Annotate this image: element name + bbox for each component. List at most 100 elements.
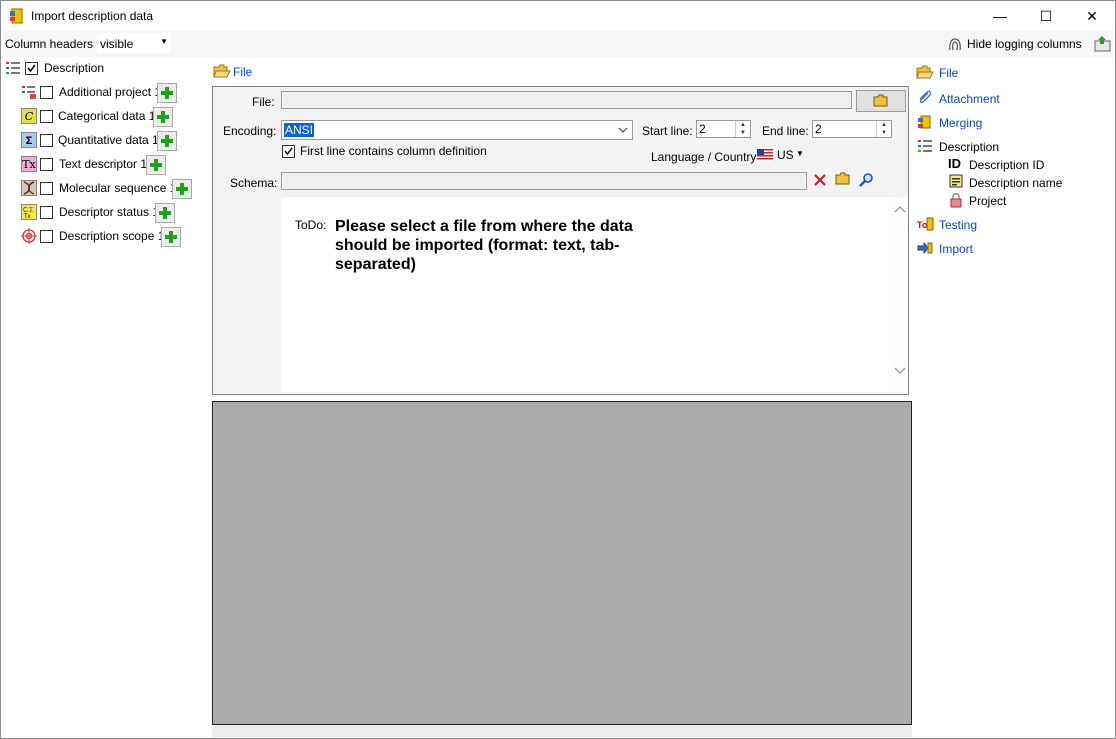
scroll-up-icon[interactable]	[894, 203, 906, 217]
todo-scrollbar[interactable]	[891, 197, 908, 392]
chevron-down-icon: ▼	[160, 37, 168, 46]
start-line-input[interactable]: 2 ▲ ▼	[696, 120, 751, 138]
additional-project-checkbox[interactable]	[40, 86, 53, 99]
language-label: Language / Country:	[651, 150, 760, 164]
schema-label: Schema:	[230, 176, 278, 190]
svg-text:To: To	[917, 220, 928, 230]
todo-message-line: separated)	[335, 256, 416, 273]
folder-icon	[873, 94, 889, 110]
import-window: Import description data — ☐ ✕ Column hea…	[0, 0, 1116, 739]
svg-text:C: C	[23, 207, 28, 214]
molecular-checkbox[interactable]	[40, 182, 53, 195]
bottom-scrollbar[interactable]	[212, 725, 912, 737]
merging-icon	[917, 114, 933, 130]
scroll-down-icon[interactable]	[894, 365, 906, 379]
end-line-input[interactable]: 2 ▲ ▼	[812, 120, 892, 138]
description-scope-label: Description scope 1	[59, 229, 165, 243]
chevron-down-icon	[618, 124, 628, 138]
add-quantitative-button[interactable]	[157, 131, 177, 151]
fingerprint-icon[interactable]	[947, 36, 963, 52]
nav-description[interactable]: Description	[939, 140, 999, 154]
end-line-spinner[interactable]: ▲ ▼	[876, 121, 891, 137]
maximize-button[interactable]: ☐	[1023, 1, 1069, 31]
us-flag-icon	[757, 149, 773, 161]
todo-message-line: should be imported (format: text, tab-	[335, 237, 620, 254]
molecular-label: Molecular sequence 1	[59, 181, 177, 195]
title-bar: Import description data — ☐ ✕	[1, 1, 1115, 31]
id-icon: ID	[948, 156, 961, 171]
browse-file-button[interactable]	[856, 90, 906, 112]
description-tree-icon	[5, 60, 21, 76]
toolbar: Column headers visible ▼ Hide logging co…	[1, 31, 1115, 57]
svg-text:Tx: Tx	[24, 214, 31, 219]
start-line-label: Start line:	[642, 124, 693, 138]
encoding-select[interactable]: ANSI	[281, 120, 633, 140]
lock-icon	[948, 192, 964, 208]
language-select[interactable]: US ▼	[757, 148, 807, 164]
search-schema-icon[interactable]	[858, 172, 874, 188]
nav-testing[interactable]: Testing	[939, 218, 977, 232]
open-folder-icon	[916, 64, 934, 80]
quantitative-label: Quantitative data 1	[58, 133, 159, 147]
schema-input[interactable]	[281, 172, 807, 190]
export-icon[interactable]	[1094, 35, 1111, 52]
nav-description-name[interactable]: Description name	[969, 176, 1062, 190]
file-path-input[interactable]	[281, 91, 852, 109]
first-line-checkbox[interactable]	[282, 145, 295, 158]
description-root-label: Description	[44, 61, 105, 75]
file-label: File:	[252, 95, 275, 109]
descriptor-status-checkbox[interactable]	[40, 206, 53, 219]
minimize-button[interactable]: —	[977, 1, 1023, 31]
import-icon	[917, 240, 933, 256]
todo-message-line: Please select a file from where the data	[335, 218, 633, 235]
nav-file[interactable]: File	[939, 66, 958, 80]
hide-logging-button[interactable]: Hide logging columns	[967, 37, 1082, 51]
column-headers-select[interactable]: visible ▼	[97, 33, 171, 53]
left-tree: Description Additional project 1 C Categ…	[1, 57, 206, 737]
nav-attachment[interactable]: Attachment	[939, 92, 1000, 106]
description-tree-icon	[917, 138, 933, 154]
start-line-spinner[interactable]: ▲ ▼	[735, 121, 750, 137]
nav-project[interactable]: Project	[969, 194, 1006, 208]
description-checkbox[interactable]	[25, 62, 38, 75]
testing-icon: To	[917, 216, 934, 232]
svg-text:Σ: Σ	[29, 207, 34, 214]
nav-description-id[interactable]: Description ID	[969, 158, 1044, 172]
todo-message: Please select a file from where the data…	[335, 217, 633, 274]
encoding-value: ANSI	[284, 123, 315, 137]
add-molecular-button[interactable]	[172, 179, 192, 199]
quantitative-checkbox[interactable]	[40, 134, 53, 147]
project-icon	[21, 84, 37, 100]
text-descriptor-icon: Tx	[21, 156, 37, 172]
text-descriptor-checkbox[interactable]	[40, 158, 53, 171]
categorical-checkbox[interactable]	[40, 110, 53, 123]
app-icon	[9, 8, 25, 24]
text-descriptor-label: Text descriptor 1	[59, 157, 148, 171]
nav-merging[interactable]: Merging	[939, 116, 982, 130]
add-categorical-button[interactable]	[153, 107, 173, 127]
quantitative-icon: Σ	[21, 132, 37, 148]
end-line-label: End line:	[762, 124, 809, 138]
categorical-label: Categorical data 1	[58, 109, 156, 123]
add-descriptor-status-button[interactable]	[155, 203, 175, 223]
add-description-scope-button[interactable]	[161, 227, 181, 247]
file-step-header[interactable]: File	[233, 65, 252, 79]
add-text-descriptor-button[interactable]	[146, 155, 166, 175]
additional-project-label: Additional project 1	[59, 85, 162, 99]
open-schema-icon[interactable]	[835, 172, 851, 188]
nav-import[interactable]: Import	[939, 242, 973, 256]
open-folder-icon	[213, 63, 231, 79]
first-line-label: First line contains column definition	[300, 144, 487, 158]
language-value: US	[777, 148, 794, 162]
clear-schema-icon[interactable]	[812, 172, 828, 188]
descriptor-status-icon: C Σ Tx	[21, 204, 37, 220]
column-headers-label: Column headers	[5, 37, 94, 51]
encoding-label: Encoding:	[223, 124, 277, 138]
start-line-value: 2	[699, 122, 706, 136]
descriptor-status-label: Descriptor status 1	[59, 205, 160, 219]
add-additional-project-button[interactable]	[157, 83, 177, 103]
description-scope-checkbox[interactable]	[40, 230, 53, 243]
right-nav: File Attachment Merging Description ID D…	[913, 57, 1113, 277]
todo-label: ToDo:	[295, 218, 327, 232]
close-button[interactable]: ✕	[1069, 1, 1115, 31]
